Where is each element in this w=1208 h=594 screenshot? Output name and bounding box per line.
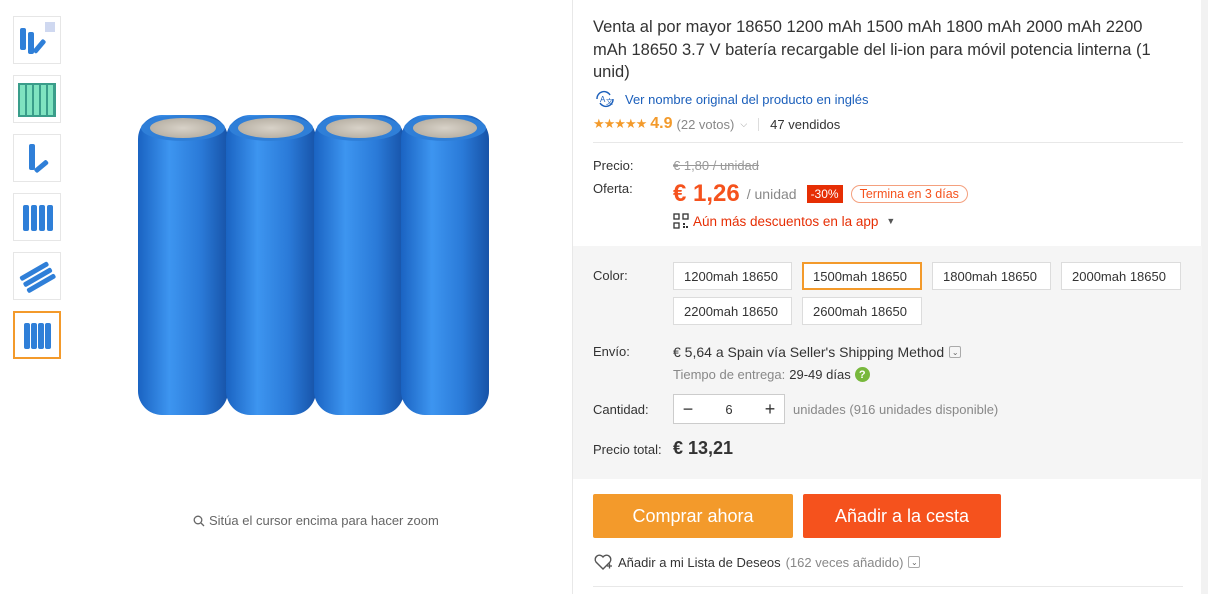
wishlist-link[interactable]: Añadir a mi Lista de Deseos (162 veces a… [593, 553, 921, 571]
translate-icon: A文 [596, 90, 614, 108]
availability-text: unidades (916 unidades disponible) [793, 402, 999, 417]
shipping-method-text[interactable]: € 5,64 a Spain vía Seller's Shipping Met… [673, 344, 944, 360]
wishlist-text[interactable]: Añadir a mi Lista de Deseos [618, 555, 781, 570]
chevron-down-icon[interactable]: ⌄ [908, 556, 921, 568]
delivery-label: Tiempo de entrega: [673, 367, 786, 382]
ends-badge: Termina en 3 días [850, 185, 968, 203]
color-label: Color: [593, 268, 628, 283]
buy-now-button[interactable]: Comprar ahora [593, 494, 793, 538]
color-option[interactable]: 1800mah 18650 [932, 262, 1051, 290]
thumbnail[interactable] [13, 252, 61, 300]
offer-price-row: € 1,26 / unidad -30% Termina en 3 días [673, 180, 968, 208]
quantity-stepper: − + [673, 394, 785, 424]
divider [593, 586, 1183, 587]
color-option[interactable]: 2200mah 18650 [673, 297, 792, 325]
price-label: Precio: [593, 158, 634, 173]
shipping-label: Envío: [593, 344, 630, 359]
color-options: 1200mah 18650 1500mah 18650 1800mah 1865… [673, 262, 1183, 325]
quantity-label: Cantidad: [593, 402, 649, 417]
plus-icon[interactable]: + [756, 395, 784, 423]
magnifier-icon [193, 515, 205, 526]
help-icon[interactable]: ? [854, 367, 870, 382]
battery-icon [138, 115, 228, 415]
thumbnail[interactable] [13, 193, 61, 241]
product-title: Venta al por mayor 18650 1200 mAh 1500 m… [593, 18, 1151, 81]
caret-down-icon[interactable]: ▼ [886, 216, 895, 226]
discount-badge: -30% [806, 185, 843, 203]
offer-label: Oferta: [593, 181, 633, 196]
color-option[interactable]: 1200mah 18650 [673, 262, 792, 290]
svg-text:文: 文 [606, 97, 613, 106]
shipping-method[interactable]: € 5,64 a Spain vía Seller's Shipping Met… [673, 344, 962, 360]
original-name-link[interactable]: A文 Ver nombre original del producto en i… [593, 90, 869, 108]
battery-icon [314, 115, 404, 415]
votes-link[interactable]: (22 votos) [677, 117, 735, 132]
quantity-input[interactable] [702, 396, 756, 422]
color-option[interactable]: 2600mah 18650 [802, 297, 922, 325]
color-option[interactable]: 2000mah 18650 [1061, 262, 1181, 290]
heart-icon [594, 554, 612, 570]
rating-score: 4.9 [650, 115, 673, 132]
thumbnail-list [13, 16, 63, 370]
total-price: € 13,21 [673, 438, 734, 458]
main-product-image[interactable] [80, 10, 560, 500]
zoom-hint-text: Sitúa el cursor encima para hacer zoom [209, 513, 439, 528]
battery-icon [401, 115, 489, 415]
price-unit: / unidad [746, 186, 797, 202]
rating-row: ★★★★★ 4.9 (22 votos) ⌵ 47 vendidos [593, 115, 840, 133]
original-name-text[interactable]: Ver nombre original del producto en ingl… [625, 92, 869, 107]
thumbnail[interactable] [13, 16, 61, 64]
current-price: € 1,26 [673, 180, 740, 207]
star-rating-icon: ★★★★★ [593, 116, 647, 131]
chevron-down-icon[interactable]: ⌄ [949, 346, 962, 358]
qr-code-icon [673, 213, 689, 229]
total-label: Precio total: [593, 442, 662, 457]
app-discount-text[interactable]: Aún más descuentos en la app [693, 214, 878, 229]
sold-count: 47 vendidos [770, 116, 841, 132]
minus-icon[interactable]: − [674, 395, 702, 423]
delivery-days: 29-49 días [789, 367, 851, 382]
product-page: Sitúa el cursor encima para hacer zoom V… [0, 0, 1202, 594]
color-option-selected[interactable]: 1500mah 18650 [802, 262, 922, 290]
divider [593, 142, 1183, 143]
battery-icon [226, 115, 316, 415]
zoom-hint: Sitúa el cursor encima para hacer zoom [193, 513, 439, 528]
thumbnail-active[interactable] [13, 311, 61, 359]
old-price: € 1,80 / unidad [673, 158, 760, 173]
thumbnail[interactable] [13, 75, 61, 123]
delivery-time: Tiempo de entrega: 29-49 días ? [673, 367, 870, 382]
wishlist-count: (162 veces añadido) [785, 554, 904, 570]
app-discount-link[interactable]: Aún más descuentos en la app ▼ [673, 213, 895, 229]
thumbnail[interactable] [13, 134, 61, 182]
separator [758, 117, 760, 131]
add-to-cart-button[interactable]: Añadir a la cesta [803, 494, 1001, 538]
chevron-down-icon[interactable]: ⌵ [740, 119, 747, 130]
